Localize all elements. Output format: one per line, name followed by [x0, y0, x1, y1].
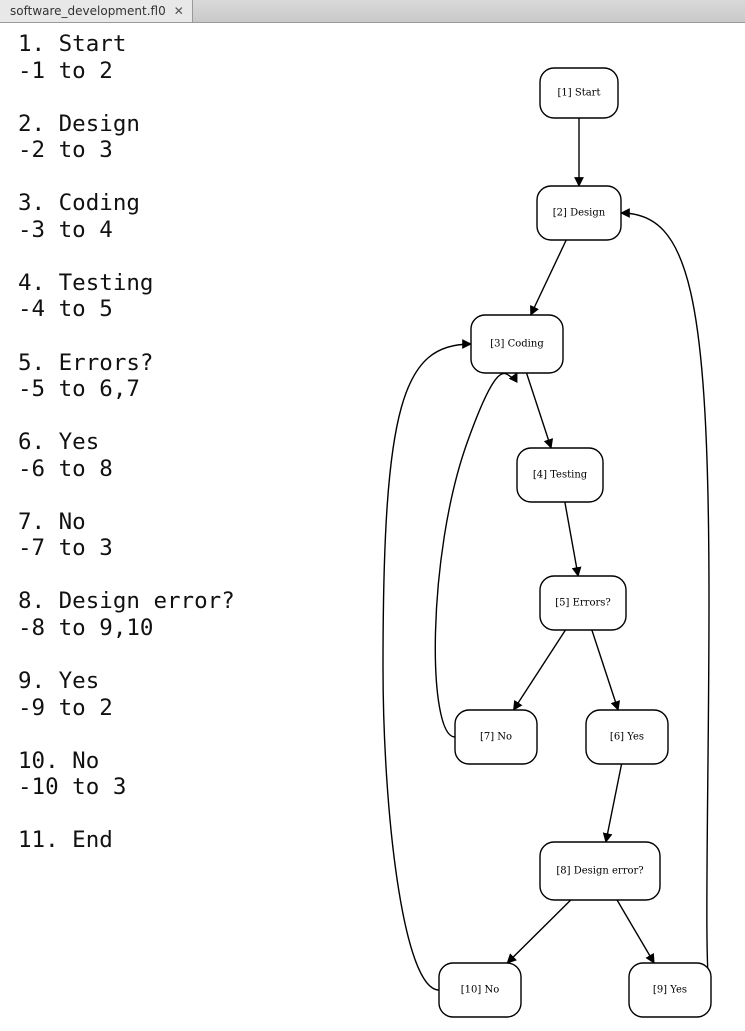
tab-bar: software_development.fl0 ✕: [0, 0, 745, 23]
flow-edge-3-4: [527, 373, 552, 448]
flow-edge-8-10: [507, 900, 571, 963]
flow-node-2[interactable]: [2] Design: [537, 186, 621, 240]
flowchart-canvas[interactable]: [1] Start [2] Design [3] Coding [4] Testing…: [363, 23, 745, 1031]
flow-node-label: [7] No: [480, 732, 512, 743]
flow-node-label: [3] Coding: [490, 339, 544, 350]
flow-node-label: [9] Yes: [653, 985, 687, 996]
flow-edge-5-6: [592, 630, 618, 710]
flow-node-10[interactable]: [10] No: [439, 963, 521, 1017]
flow-edge-4-5: [565, 502, 578, 576]
tab-software-development[interactable]: software_development.fl0 ✕: [0, 0, 193, 22]
flow-edge-7-3: [435, 373, 517, 737]
flow-edge-5-7: [514, 630, 566, 710]
flow-edge-10-3: [383, 344, 471, 990]
flow-node-5[interactable]: [5] Errors?: [540, 576, 626, 630]
flow-node-label: [8] Design error?: [556, 866, 643, 877]
flow-node-3[interactable]: [3] Coding: [471, 315, 563, 373]
flow-source-editor[interactable]: 1. Start -1 to 2 2. Design -2 to 3 3. Co…: [0, 23, 363, 1031]
flow-edge-6-8: [606, 764, 622, 842]
tab-title: software_development.fl0: [10, 4, 166, 18]
flow-node-label: [1] Start: [558, 88, 601, 99]
flow-edge-2-3: [531, 240, 566, 315]
flow-edge-8-9: [617, 900, 654, 963]
flow-node-label: [10] No: [461, 985, 499, 996]
flow-node-9[interactable]: [9] Yes: [629, 963, 711, 1017]
flow-node-7[interactable]: [7] No: [455, 710, 537, 764]
flow-node-1[interactable]: [1] Start: [540, 68, 618, 118]
flow-node-6[interactable]: [6] Yes: [586, 710, 668, 764]
flow-node-4[interactable]: [4] Testing: [517, 448, 603, 502]
close-icon[interactable]: ✕: [174, 5, 184, 17]
flow-node-8[interactable]: [8] Design error?: [540, 842, 660, 900]
workspace: 1. Start -1 to 2 2. Design -2 to 3 3. Co…: [0, 23, 745, 1031]
flow-node-label: [5] Errors?: [555, 598, 611, 609]
flow-node-label: [2] Design: [553, 208, 606, 219]
flow-node-label: [4] Testing: [533, 470, 588, 481]
flow-node-label: [6] Yes: [610, 732, 644, 743]
